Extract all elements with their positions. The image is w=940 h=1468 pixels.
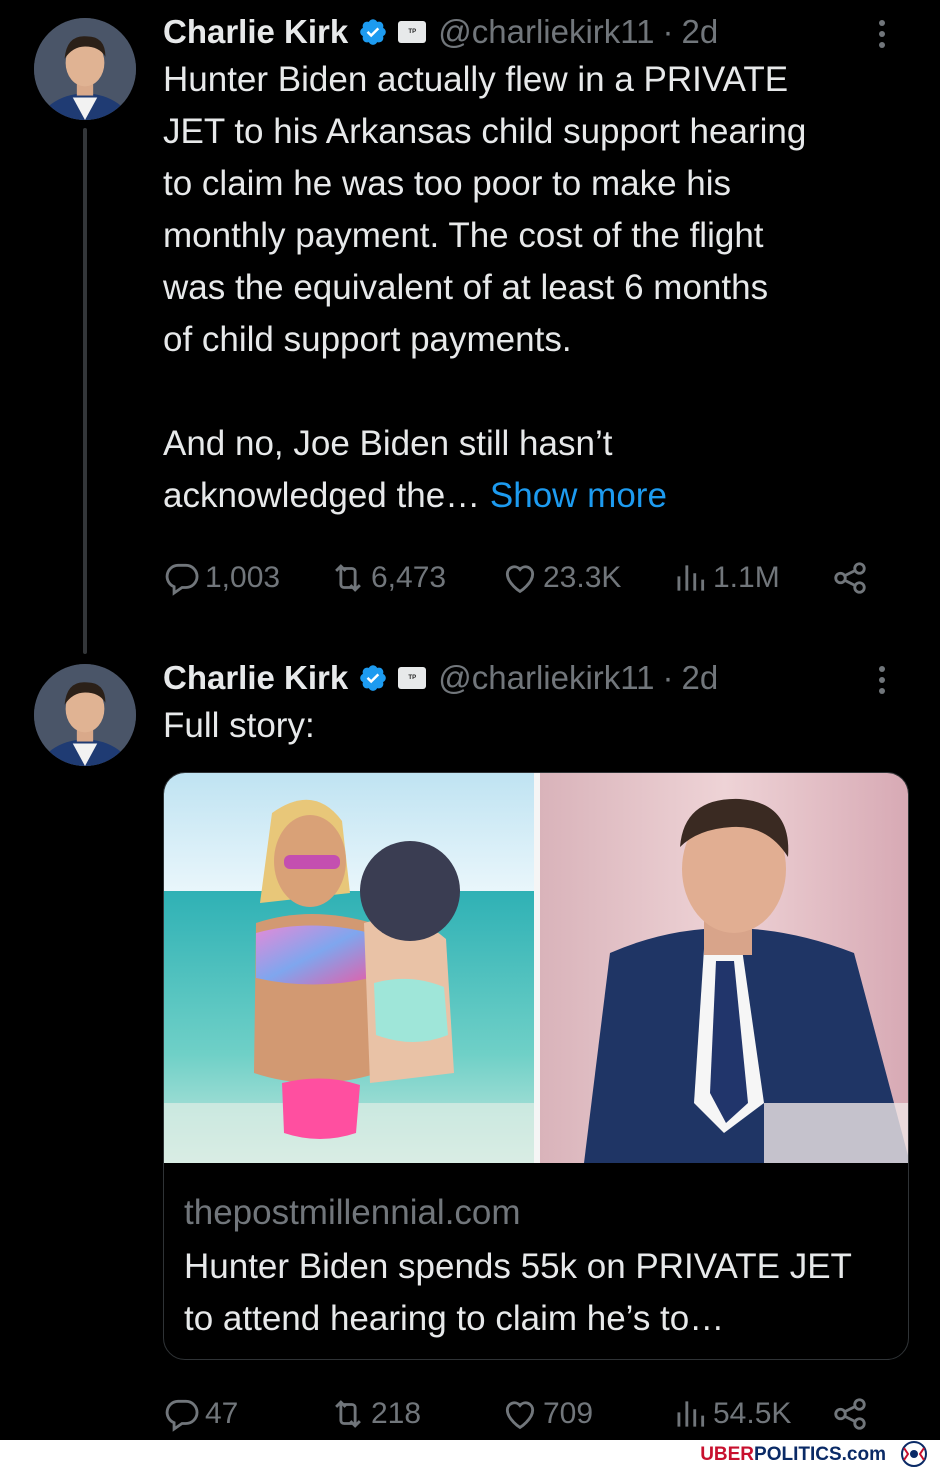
thread-connector: [83, 128, 87, 654]
tweet-actions: 1,003 6,473 23.3K 1.1M: [163, 556, 883, 600]
link-preview-card[interactable]: thepostmillennial.com Hunter Biden spend…: [163, 772, 909, 1360]
tweet-header: Charlie Kirk TP @charliekirk11 · 2d: [163, 658, 903, 698]
tweet-body: Hunter Biden actually flew in a PRIVATE …: [163, 60, 807, 515]
reply-button[interactable]: 1,003: [163, 556, 280, 600]
verified-badge-icon: [360, 665, 387, 691]
tweet-text: Full story:: [163, 700, 903, 752]
card-domain[interactable]: thepostmillennial.com: [184, 1193, 521, 1233]
tweet-1[interactable]: Charlie Kirk TP @charliekirk11 · 2d Hunt…: [0, 0, 940, 654]
watermark-logo-icon: [901, 1441, 927, 1467]
repost-button[interactable]: 6,473: [329, 556, 446, 600]
verified-badge-icon: [360, 19, 387, 45]
affiliation-badge-icon[interactable]: TP: [398, 667, 427, 689]
watermark-text: UBERPOLITICS.com: [700, 1444, 886, 1466]
author-handle[interactable]: @charliekirk11: [438, 13, 654, 51]
views-chart-icon: [677, 1401, 705, 1427]
card-image[interactable]: [164, 773, 908, 1163]
tweet-timestamp[interactable]: 2d: [682, 659, 719, 697]
reply-button[interactable]: 47: [163, 1392, 238, 1436]
tweet-actions: 47 218 709 54.5K: [163, 1392, 883, 1436]
author-handle[interactable]: @charliekirk11: [438, 659, 654, 697]
like-button[interactable]: 23.3K: [501, 556, 621, 600]
repost-icon: [335, 1400, 361, 1428]
author-name[interactable]: Charlie Kirk: [163, 659, 348, 697]
tweet-header: Charlie Kirk TP @charliekirk11 · 2d: [163, 12, 903, 52]
more-vertical-icon[interactable]: [867, 662, 897, 698]
watermark-uber: UBER: [700, 1444, 755, 1465]
heart-icon: [505, 1401, 535, 1430]
like-button[interactable]: 709: [501, 1392, 593, 1436]
card-title[interactable]: Hunter Biden spends 55k on PRIVATE JET t…: [184, 1241, 884, 1345]
like-count: 23.3K: [543, 561, 622, 594]
reply-icon: [165, 1399, 199, 1432]
separator-dot: ·: [662, 659, 674, 696]
view-count: 1.1M: [713, 561, 780, 594]
view-count: 54.5K: [713, 1397, 792, 1430]
share-icon: [834, 1398, 866, 1430]
reply-icon: [165, 563, 199, 596]
views-button[interactable]: 54.5K: [671, 1392, 791, 1436]
like-count: 709: [543, 1397, 594, 1430]
reply-count: 1,003: [205, 561, 281, 594]
author-avatar[interactable]: [34, 18, 136, 120]
share-icon: [834, 562, 866, 594]
repost-count: 218: [371, 1397, 422, 1430]
author-avatar[interactable]: [34, 664, 136, 766]
views-chart-icon: [677, 565, 705, 591]
tweet-timestamp[interactable]: 2d: [682, 13, 719, 51]
separator-dot: ·: [662, 13, 674, 50]
views-button[interactable]: 1.1M: [671, 556, 780, 600]
tweet-text: Hunter Biden actually flew in a PRIVATE …: [163, 54, 903, 522]
repost-button[interactable]: 218: [329, 1392, 421, 1436]
affiliation-badge-icon[interactable]: TP: [398, 21, 427, 43]
share-button[interactable]: [831, 556, 873, 600]
share-button[interactable]: [831, 1392, 873, 1436]
tweet-body: Full story:: [163, 706, 315, 745]
heart-icon: [505, 565, 535, 594]
more-vertical-icon[interactable]: [867, 16, 897, 52]
repost-count: 6,473: [371, 561, 447, 594]
watermark-politics: POLITICS.com: [754, 1444, 886, 1465]
show-more-link[interactable]: Show more: [490, 476, 667, 515]
author-name[interactable]: Charlie Kirk: [163, 13, 348, 51]
reply-count: 47: [205, 1397, 239, 1430]
watermark-bar: UBERPOLITICS.com: [0, 1440, 940, 1468]
repost-icon: [335, 564, 361, 592]
